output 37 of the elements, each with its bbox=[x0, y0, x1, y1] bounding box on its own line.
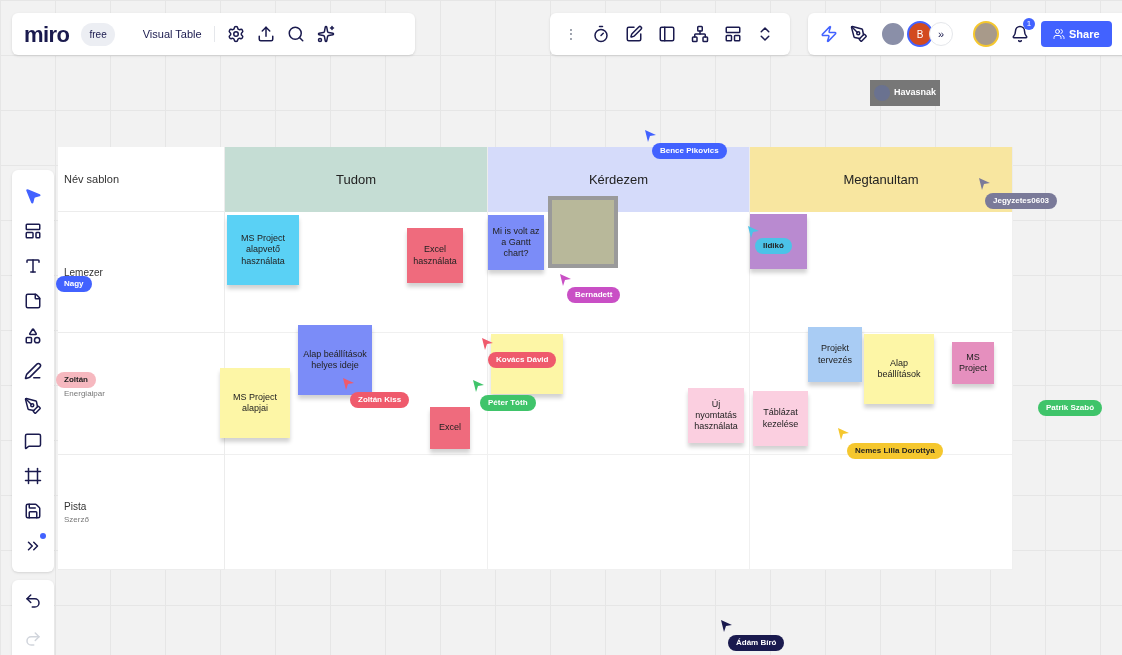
cursor-name-tag: Patrik Szabó bbox=[1038, 400, 1102, 416]
logo[interactable]: miro bbox=[24, 17, 70, 51]
cursor-name-tag: Zoltán bbox=[56, 372, 96, 388]
cursor-name-tag: Nagy bbox=[56, 276, 92, 292]
plan-badge[interactable]: free bbox=[81, 22, 115, 46]
cursor-name-tag: Jegyzetes0603 bbox=[985, 193, 1058, 209]
sticky-note[interactable]: MS Project bbox=[952, 342, 994, 384]
cursor-name-tag: Zoltán Kiss bbox=[350, 392, 410, 408]
row-subtitle: Szerző bbox=[64, 513, 90, 526]
cursor-name-tag: Nemes Lilla Dorottya bbox=[847, 443, 943, 459]
avatar[interactable]: B bbox=[907, 21, 933, 47]
cursor-name-tag: Péter Tóth bbox=[480, 395, 536, 411]
sticky-note[interactable]: Alap beállítások bbox=[864, 334, 934, 404]
notification-badge: 1 bbox=[1023, 18, 1035, 30]
sticky-note[interactable]: Mi is volt az a Gantt chart? bbox=[488, 215, 544, 270]
sticky-note[interactable]: Táblázat kezelése bbox=[753, 391, 808, 446]
share-button[interactable]: Share bbox=[1041, 21, 1112, 47]
cursor-name-tag: Bence Pikovics bbox=[652, 143, 727, 159]
row-subtitle: Energiaipar bbox=[64, 387, 106, 400]
cursor-name-tag: Ildikó bbox=[755, 238, 792, 254]
cursor-name-tag: Ádám Bíró bbox=[728, 635, 785, 651]
sticky-note[interactable]: Excel bbox=[430, 407, 470, 449]
more-avatars-button[interactable]: » bbox=[929, 22, 953, 46]
column-header: Tudom bbox=[225, 147, 488, 212]
cursor-name-tag: Kovács Dávid bbox=[488, 352, 557, 368]
row-title: Pista bbox=[64, 499, 88, 514]
table-corner-label: Név sablon bbox=[64, 171, 120, 187]
sticky-note[interactable]: Projekt tervezés bbox=[808, 327, 862, 382]
sticky-note[interactable]: Alap beállítások helyes ideje bbox=[298, 325, 372, 395]
cursor-name-tag: Bernadett bbox=[567, 287, 621, 303]
drag-handle[interactable]: ⋮ bbox=[565, 25, 578, 43]
frame-label: Havasnak bbox=[870, 80, 941, 106]
sticky-note[interactable]: Excel használata bbox=[407, 228, 463, 283]
board-title[interactable]: Visual Table bbox=[142, 25, 215, 43]
sticky-note[interactable]: Új nyomtatás használata bbox=[688, 388, 744, 443]
sticky-note[interactable]: MS Project alapvető használata bbox=[227, 215, 299, 285]
sticky-note[interactable]: MS Project alapjai bbox=[220, 368, 290, 438]
